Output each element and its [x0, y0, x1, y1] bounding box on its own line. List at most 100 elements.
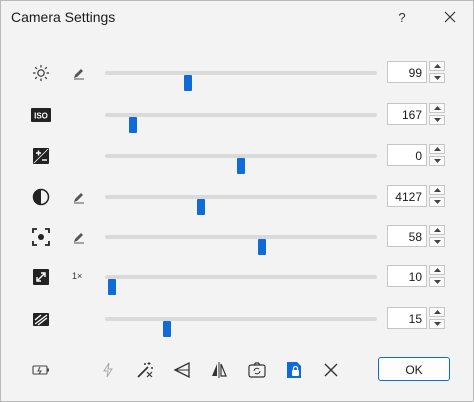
iso-value[interactable]: 167: [387, 103, 427, 125]
brightness-slider[interactable]: [105, 71, 377, 91]
focus-icon: [31, 227, 51, 247]
iso-slider[interactable]: [105, 113, 377, 133]
slider-thumb[interactable]: [108, 279, 116, 295]
close-icon: [444, 11, 456, 23]
focus-value[interactable]: 58: [387, 225, 427, 247]
chevron-down-icon: [433, 200, 441, 204]
brightness-auto-toggle[interactable]: [71, 65, 87, 81]
zoom-decrement[interactable]: [429, 277, 445, 287]
magic-wand-icon: [137, 362, 153, 378]
close-icon: [324, 363, 338, 377]
zoom-slider[interactable]: [105, 275, 377, 295]
contrast-slider[interactable]: [105, 195, 377, 215]
zoom-multiplier-label: 1×: [72, 271, 83, 281]
chevron-down-icon: [433, 240, 441, 244]
reset-button[interactable]: [321, 361, 341, 379]
hdr-slider[interactable]: [105, 317, 377, 337]
contrast-increment[interactable]: [429, 185, 445, 195]
focus-increment[interactable]: [429, 225, 445, 235]
chevron-up-icon: [433, 106, 441, 110]
hdr-icon: [31, 309, 51, 329]
iso-decrement[interactable]: [429, 115, 445, 125]
focus-spinbox[interactable]: 58: [387, 225, 447, 249]
zoom-value[interactable]: 10: [387, 265, 427, 287]
svg-text:ISO: ISO: [34, 112, 48, 121]
camera-rotate-button[interactable]: [247, 361, 267, 379]
close-button[interactable]: [437, 5, 463, 29]
hdr-spinbox[interactable]: 15: [387, 307, 447, 331]
zoom-spinbox[interactable]: 10: [387, 265, 447, 289]
pencil-icon: [74, 193, 84, 204]
contrast-icon: [31, 187, 51, 207]
contrast-value[interactable]: 4127: [387, 185, 427, 207]
pencil-icon: [74, 69, 84, 80]
chevron-up-icon: [433, 228, 441, 232]
slider-thumb[interactable]: [184, 75, 192, 91]
flip-horizontal-icon: [173, 361, 190, 379]
brightness-icon: [31, 63, 51, 83]
hdr-value[interactable]: 15: [387, 307, 427, 329]
hdr-row: 15: [1, 305, 473, 337]
exposure-increment[interactable]: [429, 144, 445, 154]
chevron-up-icon: [433, 147, 441, 151]
camera-settings-dialog: Camera Settings ? 99 ISO 167 0 4127 58 1…: [0, 0, 474, 402]
chevron-up-icon: [433, 310, 441, 314]
exposure-decrement[interactable]: [429, 156, 445, 166]
exposure-icon: [31, 146, 51, 166]
mirror-icon: [212, 362, 227, 378]
zoom-icon: [31, 267, 51, 287]
help-button[interactable]: ?: [389, 5, 415, 29]
iso-spinbox[interactable]: 167: [387, 103, 447, 127]
iso-increment[interactable]: [429, 103, 445, 113]
chevron-down-icon: [433, 159, 441, 163]
chevron-up-icon: [433, 268, 441, 272]
slider-thumb[interactable]: [197, 199, 205, 215]
chevron-down-icon: [433, 76, 441, 80]
camera-rotate-icon: [248, 362, 266, 378]
brightness-increment[interactable]: [429, 61, 445, 71]
slider-thumb[interactable]: [258, 239, 266, 255]
flip-horizontal-button[interactable]: [172, 361, 192, 379]
exposure-slider[interactable]: [105, 154, 377, 174]
brightness-spinbox[interactable]: 99: [387, 61, 447, 85]
mirror-button[interactable]: [209, 361, 229, 379]
focus-auto-toggle[interactable]: [71, 229, 87, 245]
contrast-spinbox[interactable]: 4127: [387, 185, 447, 209]
ok-button[interactable]: OK: [378, 357, 450, 381]
chevron-down-icon: [433, 118, 441, 122]
contrast-auto-toggle[interactable]: [71, 189, 87, 205]
slider-thumb[interactable]: [163, 321, 171, 337]
magic-wand-button[interactable]: [135, 361, 155, 379]
focus-decrement[interactable]: [429, 237, 445, 247]
chevron-up-icon: [433, 64, 441, 68]
contrast-decrement[interactable]: [429, 197, 445, 207]
slider-thumb[interactable]: [237, 158, 245, 174]
exposure-row: 0: [1, 142, 473, 174]
brightness-decrement[interactable]: [429, 73, 445, 83]
lock-button[interactable]: [284, 361, 304, 379]
flash-icon: [103, 362, 113, 378]
contrast-row: 4127: [1, 183, 473, 215]
slider-thumb[interactable]: [129, 117, 137, 133]
title-bar: Camera Settings ?: [1, 1, 473, 33]
hdr-increment[interactable]: [429, 307, 445, 317]
chevron-down-icon: [433, 280, 441, 284]
zoom-increment[interactable]: [429, 265, 445, 275]
brightness-row: 99: [1, 59, 473, 91]
battery-icon: [32, 365, 49, 375]
iso-row: ISO 167: [1, 101, 473, 133]
pencil-icon: [74, 233, 84, 244]
lock-icon: [287, 362, 301, 378]
iso-icon: ISO: [31, 105, 51, 125]
exposure-spinbox[interactable]: 0: [387, 144, 447, 168]
focus-slider[interactable]: [105, 235, 377, 255]
window-title: Camera Settings: [11, 9, 116, 25]
brightness-value[interactable]: 99: [387, 61, 427, 83]
battery-button[interactable]: [31, 361, 51, 379]
exposure-value[interactable]: 0: [387, 144, 427, 166]
hdr-decrement[interactable]: [429, 319, 445, 329]
flash-button[interactable]: [98, 361, 118, 379]
chevron-down-icon: [433, 322, 441, 326]
chevron-up-icon: [433, 188, 441, 192]
focus-row: 58: [1, 223, 473, 255]
